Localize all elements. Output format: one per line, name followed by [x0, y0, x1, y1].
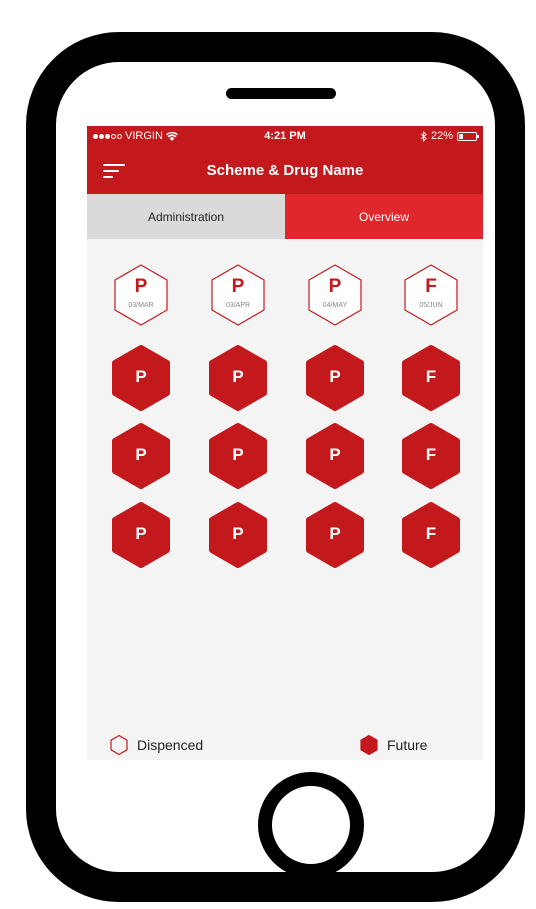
bluetooth-icon [420, 130, 427, 142]
dose-letter: P [232, 445, 244, 464]
dose-letter: P [329, 445, 341, 464]
dose-cell-future[interactable]: P [204, 344, 272, 412]
dose-letter: P [134, 276, 148, 297]
dose-letter: F [425, 445, 437, 464]
dose-cell-dispensed[interactable]: P 03/APR [204, 261, 272, 329]
status-battery-group: 22% [420, 130, 479, 142]
dose-cell-future[interactable]: P [301, 422, 369, 490]
battery-percent: 22% [430, 130, 453, 142]
speaker-slot [226, 88, 336, 99]
dose-cell-future[interactable]: P [301, 344, 369, 412]
dose-cell-dispensed[interactable]: P 03/MAR [107, 261, 175, 329]
legend-future-label: Future [387, 737, 428, 753]
dose-cell-future[interactable]: P [204, 501, 272, 569]
dose-letter: F [425, 276, 437, 297]
dose-letter: P [328, 276, 342, 297]
legend: Dispenced Future [87, 730, 483, 760]
hexagon-filled-icon [360, 734, 378, 756]
legend-dispensed: Dispenced [109, 734, 203, 756]
dose-cell-future[interactable]: P [107, 422, 175, 490]
hexagon-outline-icon [110, 734, 128, 756]
dose-cell-future[interactable]: P [204, 422, 272, 490]
dose-cell-dispensed[interactable]: P 04/MAY [301, 261, 369, 329]
dose-date: 03/MAR [128, 302, 154, 309]
dose-letter: P [329, 367, 341, 386]
dose-letter: P [135, 524, 147, 543]
battery-icon [457, 131, 479, 141]
status-bar: VIRGIN 4:21 PM 22% [87, 126, 483, 146]
dose-date: 04/MAY [322, 302, 348, 309]
dose-date: 05/JUN [419, 302, 443, 309]
dose-letter: P [329, 524, 341, 543]
dose-cell-future[interactable]: P [301, 501, 369, 569]
dose-letter: P [232, 524, 244, 543]
tab-overview[interactable]: Overview [285, 194, 483, 239]
app-screen: VIRGIN 4:21 PM 22% Scheme & Drug Name Ad… [87, 126, 483, 760]
dose-letter: P [135, 445, 147, 464]
legend-dispensed-label: Dispenced [137, 737, 204, 753]
dose-letter: F [425, 367, 437, 386]
nav-bar: Scheme & Drug Name [87, 146, 483, 194]
dose-letter: F [425, 524, 437, 543]
dose-cell-future[interactable]: P [107, 501, 175, 569]
dose-date: 03/APR [225, 302, 251, 309]
dose-letter: P [232, 367, 244, 386]
dose-cell-future[interactable]: F [397, 501, 465, 569]
tab-bar: Administration Overview [87, 194, 483, 239]
dose-cell-future[interactable]: F [397, 422, 465, 490]
dose-letter: P [135, 367, 147, 386]
legend-future: Future [359, 734, 427, 756]
dose-cell-dispensed[interactable]: F 05/JUN [397, 261, 465, 329]
dose-cell-future[interactable]: F [397, 344, 465, 412]
tab-administration[interactable]: Administration [87, 194, 285, 239]
dose-letter: P [231, 276, 245, 297]
page-title: Scheme & Drug Name [206, 162, 364, 179]
dose-cell-future[interactable]: P [107, 344, 175, 412]
